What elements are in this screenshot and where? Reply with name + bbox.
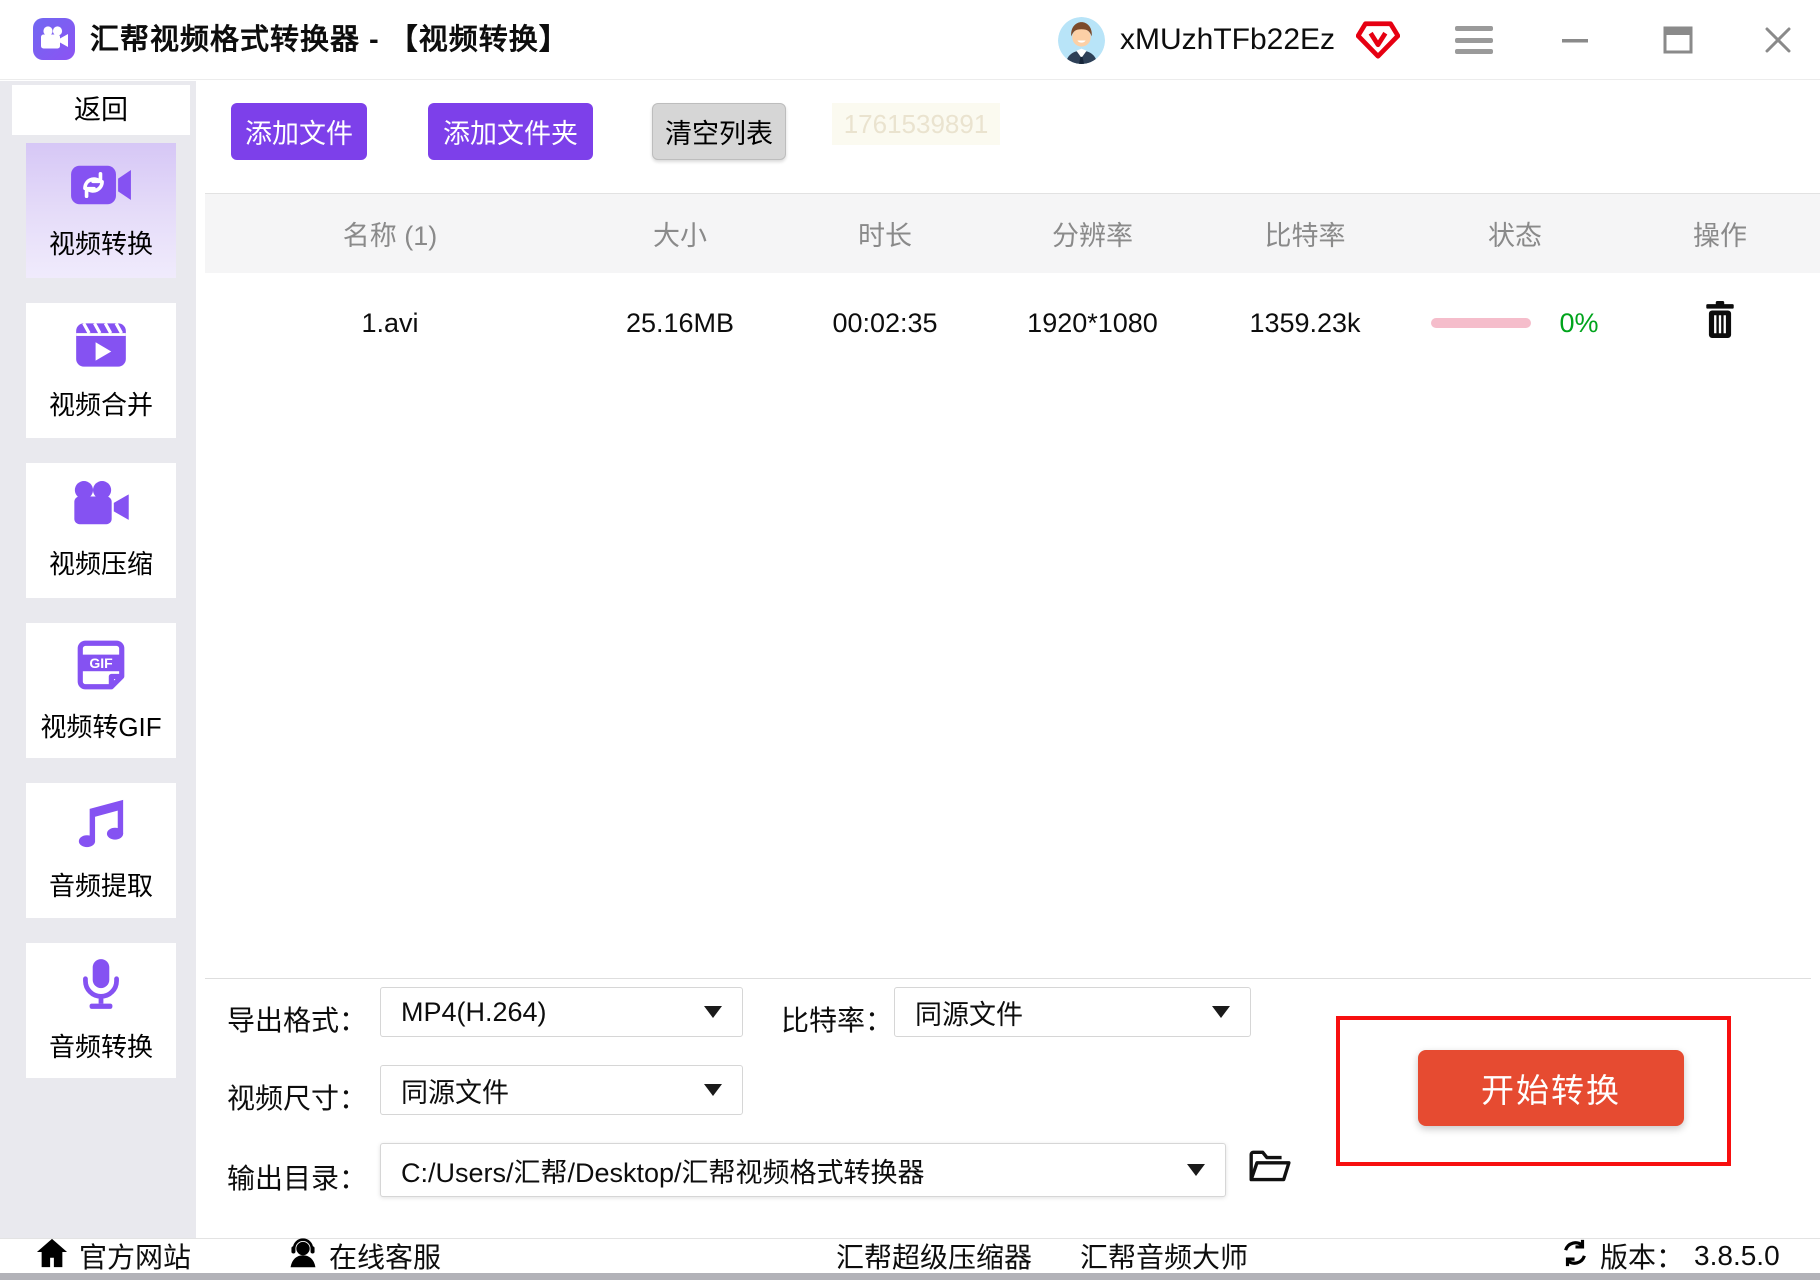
official-site-link[interactable]: 官方网站 [35, 1237, 192, 1276]
file-name: 1.avi [361, 307, 419, 338]
file-action [1620, 300, 1820, 346]
official-site-label: 官方网站 [79, 1242, 192, 1273]
sidebar-item-label: 视频压缩 [48, 549, 153, 579]
user-avatar[interactable] [1058, 17, 1105, 64]
col-action: 操作 [1693, 221, 1747, 251]
video-merge-icon [74, 319, 128, 376]
sidebar-item-label: 视频合并 [48, 390, 153, 420]
delete-file-button[interactable] [1704, 300, 1736, 342]
clear-list-button[interactable]: 清空列表 [652, 103, 786, 160]
sidebar-item-audio-convert[interactable]: 音频转换 [26, 943, 176, 1078]
version-info: 版本： 3.8.5.0 [1560, 1239, 1780, 1273]
sidebar-item-label: 视频转换 [48, 229, 153, 259]
col-name: 名称 (1) [342, 221, 438, 251]
chevron-down-icon [704, 1006, 722, 1018]
col-bitrate: 比特率 [1264, 221, 1346, 251]
super-compressor-label: 汇帮超级压缩器 [836, 1242, 1033, 1273]
video-to-gif-icon: GIF [73, 637, 129, 698]
back-button[interactable]: 返回 [12, 85, 190, 135]
audio-master-link[interactable]: 汇帮音频大师 [1080, 1239, 1248, 1273]
minimize-button[interactable] [1545, 0, 1605, 80]
col-resolution: 分辨率 [1052, 221, 1133, 251]
start-convert-button[interactable]: 开始转换 [1418, 1050, 1684, 1126]
progress-percent: 0% [1559, 307, 1599, 338]
app-window: 汇帮视频格式转换器 - 【视频转换】 xMUzhTFb22Ez 返回 视频转换 … [0, 0, 1820, 1280]
browse-folder-button[interactable] [1247, 1149, 1291, 1188]
file-resolution: 1920*1080 [1027, 307, 1158, 338]
bitrate-label: 比特率： [781, 1005, 894, 1036]
footer: 官方网站 在线客服 汇帮超级压缩器 汇帮音频大师 版本： 3.8.5.0 [0, 1237, 1820, 1280]
output-dir-value: C:/Users/汇帮/Desktop/汇帮视频格式转换器 [401, 1157, 925, 1188]
audio-master-label: 汇帮音频大师 [1080, 1242, 1249, 1273]
export-format-value: MP4(H.264) [401, 996, 547, 1027]
trash-icon [1704, 300, 1736, 342]
file-table: 名称 (1) 大小 时长 分辨率 比特率 状态 操作 1.avi 25.16MB… [205, 193, 1820, 373]
titlebar: 汇帮视频格式转换器 - 【视频转换】 xMUzhTFb22Ez [0, 0, 1820, 80]
col-duration: 时长 [858, 221, 912, 251]
online-support-link[interactable]: 在线客服 [287, 1237, 442, 1276]
video-size-label: 视频尺寸： [227, 1083, 368, 1114]
app-logo-icon [33, 18, 75, 60]
sidebar-item-video-to-gif[interactable]: GIF 视频转GIF [26, 623, 176, 758]
super-compressor-link[interactable]: 汇帮超级压缩器 [836, 1239, 1032, 1273]
add-folder-button[interactable]: 添加文件夹 [428, 103, 593, 160]
video-compress-icon [69, 480, 133, 535]
sidebar-item-audio-extract[interactable]: 音频提取 [26, 783, 176, 918]
export-format-label: 导出格式： [227, 1005, 368, 1036]
audio-convert-icon [76, 957, 126, 1018]
refresh-icon[interactable] [1560, 1238, 1590, 1275]
sidebar-item-label: 音频转换 [48, 1032, 153, 1062]
table-header: 名称 (1) 大小 时长 分辨率 比特率 状态 操作 [205, 193, 1820, 273]
maximize-button[interactable] [1648, 0, 1708, 80]
video-size-value: 同源文件 [401, 1077, 509, 1108]
chevron-down-icon [1187, 1164, 1205, 1176]
output-dir-label: 输出目录： [227, 1163, 368, 1194]
app-title: 汇帮视频格式转换器 - 【视频转换】 [90, 24, 569, 56]
close-button[interactable] [1748, 0, 1808, 80]
watermark: 1761539891 [832, 103, 1000, 145]
audio-extract-icon [74, 798, 128, 857]
menu-icon[interactable] [1455, 26, 1493, 54]
main-panel: 添加文件 添加文件夹 清空列表 1761539891 名称 (1) 大小 时长 … [196, 81, 1820, 1238]
progress-bar [1431, 318, 1532, 328]
version-value: 3.8.5.0 [1694, 1240, 1780, 1271]
export-format-select[interactable]: MP4(H.264) [380, 987, 743, 1037]
window-bottom-edge [0, 1273, 1820, 1280]
online-support-label: 在线客服 [329, 1242, 442, 1273]
home-icon [35, 1237, 69, 1276]
sidebar-item-label: 视频转GIF [40, 712, 162, 742]
folder-open-icon [1247, 1150, 1291, 1188]
file-bitrate: 1359.23k [1249, 307, 1361, 338]
output-dir-select[interactable]: C:/Users/汇帮/Desktop/汇帮视频格式转换器 [380, 1143, 1226, 1197]
file-status: 0% [1410, 308, 1620, 339]
sidebar: 返回 视频转换 视频合并 视频压缩 GIF 视频转GIF 音频提取 音频转换 [0, 81, 196, 1238]
file-duration: 00:02:35 [832, 307, 938, 338]
sidebar-item-video-merge[interactable]: 视频合并 [26, 303, 176, 438]
table-row[interactable]: 1.avi 25.16MB 00:02:35 1920*1080 1359.23… [205, 273, 1820, 373]
bitrate-value: 同源文件 [915, 999, 1023, 1030]
headset-person-icon [287, 1237, 319, 1276]
svg-text:GIF: GIF [89, 655, 113, 671]
col-status: 状态 [1488, 221, 1542, 251]
chevron-down-icon [704, 1084, 722, 1096]
version-label: 版本： [1600, 1242, 1685, 1273]
chevron-down-icon [1212, 1006, 1230, 1018]
col-size: 大小 [653, 221, 707, 251]
add-file-button[interactable]: 添加文件 [231, 103, 367, 160]
video-size-select[interactable]: 同源文件 [380, 1065, 743, 1115]
username[interactable]: xMUzhTFb22Ez [1120, 0, 1335, 80]
sidebar-item-video-convert[interactable]: 视频转换 [26, 143, 176, 278]
file-size: 25.16MB [625, 307, 735, 338]
video-convert-icon [70, 160, 132, 215]
bitrate-select[interactable]: 同源文件 [894, 987, 1251, 1037]
sidebar-item-label: 音频提取 [48, 871, 153, 901]
sidebar-item-video-compress[interactable]: 视频压缩 [26, 463, 176, 598]
vip-badge-icon[interactable] [1355, 20, 1401, 60]
